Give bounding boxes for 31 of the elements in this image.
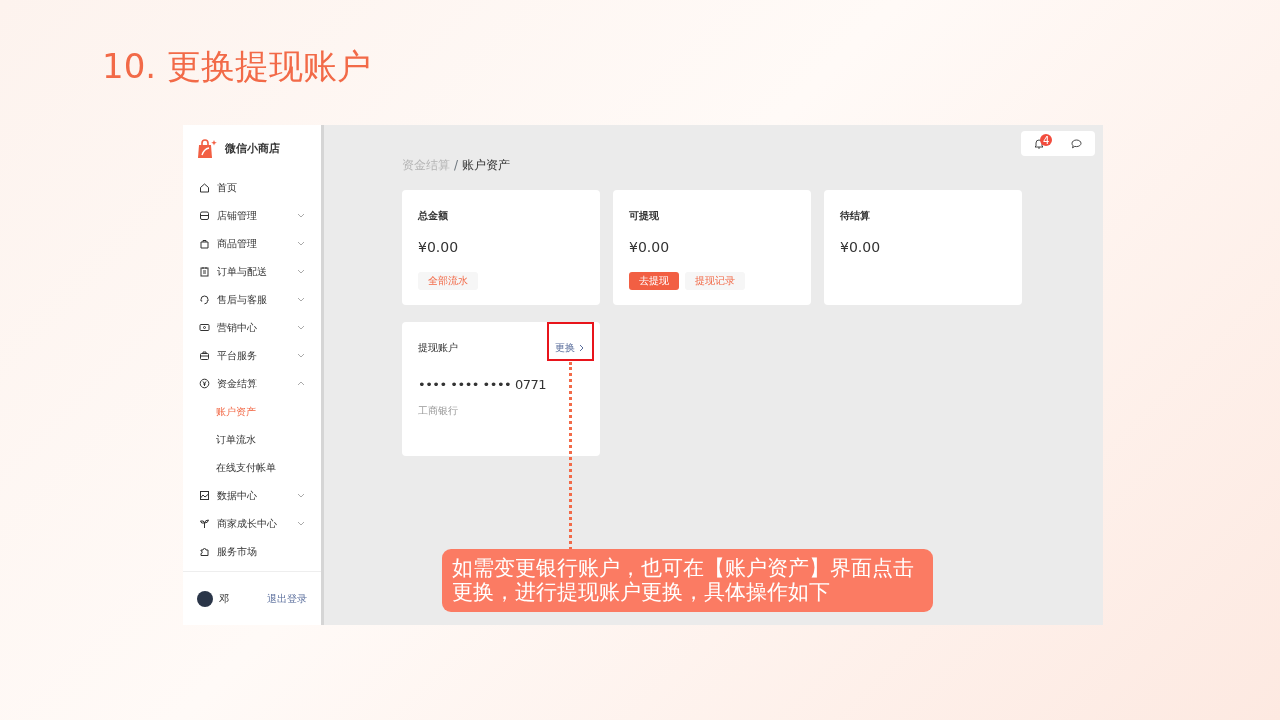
sidebar-item[interactable]: 数据中心 xyxy=(183,481,321,509)
sidebar-subitem[interactable]: 订单流水 xyxy=(183,425,321,453)
breadcrumb-separator: / xyxy=(454,157,459,174)
change-link[interactable]: 更换 xyxy=(555,340,584,355)
sidebar-item[interactable]: 平台服务 xyxy=(183,341,321,369)
breadcrumb-current: 账户资产 xyxy=(462,157,511,174)
notification-badge: 4 xyxy=(1040,134,1053,146)
sidebar-item[interactable]: 店铺管理 xyxy=(183,201,321,229)
sidebar-item[interactable]: 商品管理 xyxy=(183,229,321,257)
amount: ¥0.00 xyxy=(418,238,460,257)
sidebar-item[interactable]: 订单与配送 xyxy=(183,257,321,285)
sidebar-item[interactable]: 商家成长中心 xyxy=(183,509,321,537)
sidebar-item[interactable]: 服务市场 xyxy=(183,537,321,565)
brand-name: 微信小商店 xyxy=(225,140,280,157)
sidebar-item[interactable]: 营销中心 xyxy=(183,313,321,341)
sidebar-item[interactable]: 售后与客服 xyxy=(183,285,321,313)
sidebar-item[interactable]: 资金结算 xyxy=(183,369,321,397)
callout-note: 如需变更银行账户，也可在【账户资产】界面点击更换，进行提现账户更换，具体操作如下 xyxy=(442,549,933,612)
card-title: 待结算 xyxy=(840,209,871,223)
amount: ¥0.00 xyxy=(840,238,882,257)
amount: ¥0.00 xyxy=(629,238,671,257)
card-title: 总金额 xyxy=(418,209,449,223)
bank-name: 工商银行 xyxy=(418,403,459,418)
card-title: 提现账户 xyxy=(418,341,458,355)
sidebar-subitem[interactable]: 在线支付帐单 xyxy=(183,453,321,481)
slide-title: 10. 更换提现账户 xyxy=(102,48,371,86)
user-name: 邓 xyxy=(219,592,229,606)
card-title: 可提现 xyxy=(629,209,660,223)
sidebar-item[interactable]: 首页 xyxy=(183,173,321,201)
logout-link[interactable]: 退出登录 xyxy=(267,591,307,606)
account-number: •••• •••• •••• 0771 xyxy=(418,376,547,394)
